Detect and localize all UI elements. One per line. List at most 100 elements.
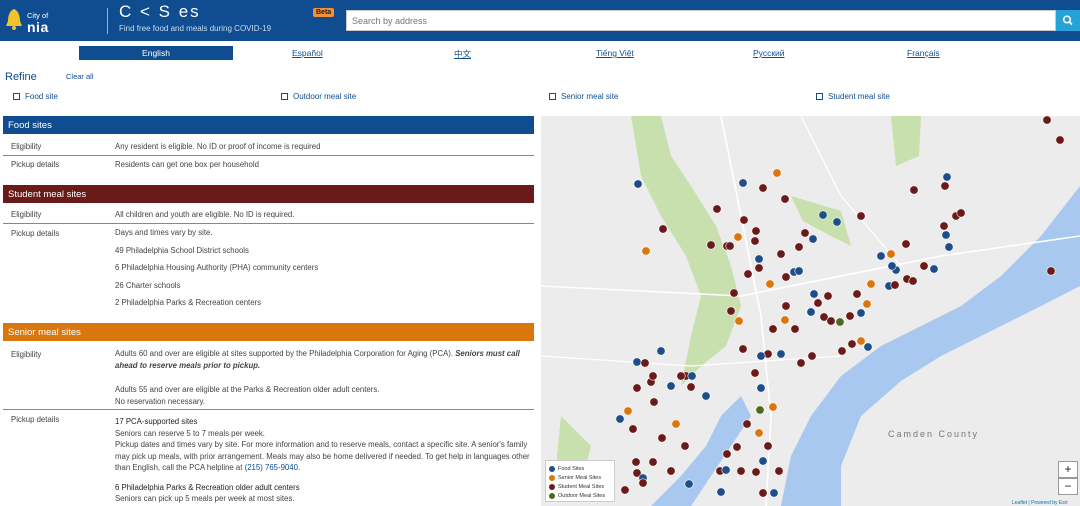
student-site-marker[interactable]	[712, 204, 722, 214]
student-site-marker[interactable]	[648, 371, 658, 381]
app-title[interactable]: C < S es	[119, 2, 201, 22]
student-site-marker[interactable]	[796, 358, 806, 368]
senior-site-marker[interactable]	[862, 299, 872, 309]
student-site-marker[interactable]	[845, 311, 855, 321]
student-site-marker[interactable]	[754, 263, 764, 273]
senior-site-marker[interactable]	[780, 315, 790, 325]
food-site-marker[interactable]	[794, 266, 804, 276]
student-site-marker[interactable]	[826, 316, 836, 326]
senior-site-marker[interactable]	[768, 402, 778, 412]
food-site-marker[interactable]	[942, 172, 952, 182]
student-site-marker[interactable]	[620, 485, 630, 495]
food-site-marker[interactable]	[818, 210, 828, 220]
food-site-marker[interactable]	[716, 487, 726, 497]
language-english[interactable]: English	[79, 46, 233, 60]
food-site-marker[interactable]	[721, 465, 731, 475]
address-search-input[interactable]	[346, 10, 1056, 31]
senior-site-marker[interactable]	[856, 336, 866, 346]
checkbox-icon[interactable]	[281, 93, 288, 100]
senior-meal-sites-header[interactable]: Senior meal sites	[3, 323, 534, 341]
student-site-marker[interactable]	[813, 298, 823, 308]
food-site-marker[interactable]	[666, 381, 676, 391]
food-site-marker[interactable]	[941, 230, 951, 240]
language-russian[interactable]: Русский	[753, 48, 785, 58]
student-site-marker[interactable]	[750, 368, 760, 378]
food-site-marker[interactable]	[632, 357, 642, 367]
food-site-marker[interactable]	[876, 251, 886, 261]
language-chinese[interactable]: 中文	[454, 48, 471, 60]
food-sites-header[interactable]: Food sites	[3, 116, 534, 134]
language-spanish[interactable]: Español	[292, 48, 323, 58]
senior-site-marker[interactable]	[772, 168, 782, 178]
student-site-marker[interactable]	[649, 397, 659, 407]
student-site-marker[interactable]	[680, 441, 690, 451]
student-site-marker[interactable]	[1046, 266, 1056, 276]
student-site-marker[interactable]	[837, 346, 847, 356]
search-button[interactable]	[1056, 10, 1080, 31]
zoom-out-button[interactable]: −	[1058, 478, 1078, 495]
student-site-marker[interactable]	[1055, 135, 1065, 145]
student-site-marker[interactable]	[686, 382, 696, 392]
student-site-marker[interactable]	[742, 419, 752, 429]
student-site-marker[interactable]	[648, 457, 658, 467]
food-site-marker[interactable]	[758, 456, 768, 466]
outdoor-site-marker[interactable]	[835, 317, 845, 327]
food-site-marker[interactable]	[615, 414, 625, 424]
student-site-marker[interactable]	[823, 291, 833, 301]
student-site-marker[interactable]	[726, 306, 736, 316]
food-site-marker[interactable]	[856, 308, 866, 318]
student-site-marker[interactable]	[751, 467, 761, 477]
student-site-marker[interactable]	[890, 280, 900, 290]
student-site-marker[interactable]	[780, 194, 790, 204]
student-site-marker[interactable]	[632, 383, 642, 393]
liberty-bell-logo-icon[interactable]	[4, 7, 24, 33]
food-site-marker[interactable]	[687, 371, 697, 381]
senior-site-marker[interactable]	[754, 428, 764, 438]
student-site-marker[interactable]	[738, 344, 748, 354]
outdoor-site-marker[interactable]	[755, 405, 765, 415]
student-site-marker[interactable]	[640, 358, 650, 368]
student-site-marker[interactable]	[781, 272, 791, 282]
food-site-marker[interactable]	[756, 351, 766, 361]
student-site-marker[interactable]	[919, 261, 929, 271]
student-site-marker[interactable]	[940, 181, 950, 191]
food-site-marker[interactable]	[929, 264, 939, 274]
student-site-marker[interactable]	[739, 215, 749, 225]
food-site-marker[interactable]	[701, 391, 711, 401]
student-site-marker[interactable]	[939, 221, 949, 231]
senior-site-marker[interactable]	[623, 406, 633, 416]
checkbox-icon[interactable]	[816, 93, 823, 100]
student-site-marker[interactable]	[1042, 116, 1052, 125]
filter-outdoor-meal-site[interactable]: Outdoor meal site	[281, 92, 356, 101]
student-site-marker[interactable]	[956, 208, 966, 218]
food-site-marker[interactable]	[756, 383, 766, 393]
food-site-marker[interactable]	[754, 254, 764, 264]
student-site-marker[interactable]	[666, 466, 676, 476]
checkbox-icon[interactable]	[549, 93, 556, 100]
student-site-marker[interactable]	[732, 442, 742, 452]
food-site-marker[interactable]	[808, 234, 818, 244]
senior-site-marker[interactable]	[671, 419, 681, 429]
student-site-marker[interactable]	[706, 240, 716, 250]
student-site-marker[interactable]	[631, 457, 641, 467]
student-site-marker[interactable]	[750, 236, 760, 246]
food-site-marker[interactable]	[806, 307, 816, 317]
student-site-marker[interactable]	[658, 224, 668, 234]
student-site-marker[interactable]	[676, 371, 686, 381]
student-site-marker[interactable]	[768, 324, 778, 334]
student-site-marker[interactable]	[729, 288, 739, 298]
senior-site-marker[interactable]	[734, 316, 744, 326]
food-site-marker[interactable]	[863, 342, 873, 352]
student-site-marker[interactable]	[725, 241, 735, 251]
student-site-marker[interactable]	[736, 466, 746, 476]
student-site-marker[interactable]	[743, 269, 753, 279]
filter-student-meal-site[interactable]: Student meal site	[816, 92, 890, 101]
checkbox-icon[interactable]	[13, 93, 20, 100]
food-site-marker[interactable]	[944, 242, 954, 252]
student-site-marker[interactable]	[758, 183, 768, 193]
food-site-marker[interactable]	[738, 178, 748, 188]
student-site-marker[interactable]	[794, 242, 804, 252]
student-site-marker[interactable]	[774, 466, 784, 476]
student-site-marker[interactable]	[758, 488, 768, 498]
student-site-marker[interactable]	[781, 301, 791, 311]
